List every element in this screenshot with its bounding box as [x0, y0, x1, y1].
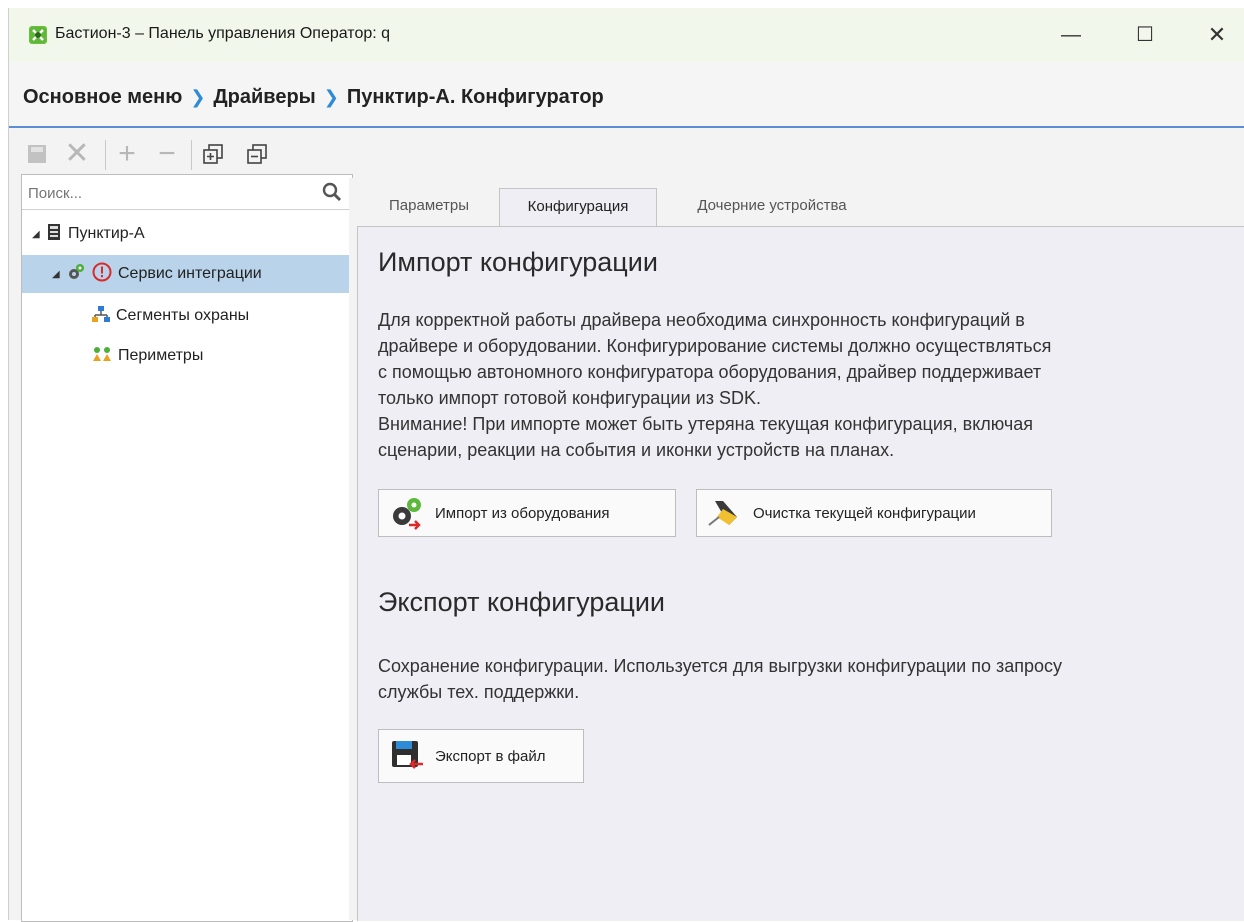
chevron-right-icon: ❯ [323, 87, 339, 107]
title-bar[interactable]: Бастион-3 – Панель управления Оператор: … [9, 8, 1244, 62]
tree-item-guard-segments[interactable]: Сегменты охраны [92, 297, 342, 335]
close-window-button[interactable]: ✕ [1195, 18, 1239, 52]
tree-item-label: Сегменты охраны [116, 307, 250, 324]
import-button-label: Импорт из оборудования [435, 504, 610, 522]
tree-item-punktir-a[interactable]: ◢ Пунктир-А [32, 215, 332, 253]
perimeters-icon [92, 345, 112, 368]
tab-parameters[interactable]: Параметры [359, 188, 499, 224]
minimize-button[interactable]: — [1049, 18, 1093, 52]
import-description-line: только импорт готовой конфигурации из SD… [378, 388, 761, 408]
device-tree-panel: ◢ Пунктир-А ◢ Сервис интеграции Сегменты… [21, 174, 353, 922]
tab-configuration[interactable]: Конфигурация [499, 188, 657, 226]
error-status-icon [92, 262, 112, 287]
segments-icon [92, 305, 110, 328]
save-icon[interactable] [25, 140, 49, 168]
chevron-right-icon: ❯ [190, 87, 206, 107]
maximize-button[interactable]: ☐ [1123, 18, 1167, 52]
export-button-label: Экспорт в файл [435, 747, 546, 765]
minus-icon[interactable]: − [153, 139, 181, 169]
clear-button-label: Очистка текущей конфигурации [753, 504, 976, 522]
import-from-hardware-button[interactable]: Импорт из оборудования [378, 489, 676, 537]
gear-import-icon [389, 495, 425, 531]
configuration-panel: Импорт конфигурации Для корректной работ… [357, 226, 1244, 921]
breadcrumb: Основное меню ❯ Драйверы ❯ Пунктир-А. Ко… [9, 62, 1244, 128]
clear-configuration-button[interactable]: Очистка текущей конфигурации [696, 489, 1052, 537]
tab-bar: Параметры Конфигурация Дочерние устройст… [349, 188, 1244, 226]
collapse-all-icon[interactable] [243, 140, 271, 168]
window-title: Бастион-3 – Панель управления Оператор: … [55, 25, 391, 42]
search-input[interactable] [26, 181, 310, 205]
search-icon[interactable] [322, 182, 342, 202]
tree-item-integration-service[interactable]: ◢ Сервис интеграции [22, 255, 352, 293]
export-heading: Экспорт конфигурации [378, 587, 665, 617]
tab-child-devices[interactable]: Дочерние устройства [667, 188, 877, 224]
tree-item-label: Пунктир-А [68, 225, 145, 242]
expand-arrow-icon[interactable]: ◢ [32, 229, 46, 240]
import-warning-line: Внимание! При импорте может быть утеряна… [378, 414, 1034, 434]
expand-arrow-icon[interactable]: ◢ [52, 269, 66, 280]
service-icon [66, 262, 86, 287]
toolbar-divider [191, 140, 192, 170]
eraser-icon [707, 495, 743, 531]
breadcrumb-configurator: Пунктир-А. Конфигуратор [346, 86, 604, 108]
toolbar-divider [105, 140, 106, 170]
app-window: Бастион-3 – Панель управления Оператор: … [8, 8, 1244, 922]
toolbar: ✕ + − [9, 128, 1244, 176]
import-warning-line: сценарии, реакции на события и иконки ус… [378, 440, 895, 460]
tree-item-label: Периметры [118, 347, 204, 364]
tree-item-perimeters[interactable]: Периметры [92, 337, 342, 375]
plus-icon[interactable]: + [113, 139, 141, 169]
tree-item-label: Сервис интеграции [118, 265, 262, 282]
content-area: Параметры Конфигурация Дочерние устройст… [349, 178, 1244, 921]
app-logo-icon [29, 26, 47, 44]
export-description-line: службы тех. поддержки. [378, 682, 580, 702]
export-to-file-button[interactable]: Экспорт в файл [378, 729, 584, 783]
import-description-line: драйвере и оборудовании. Конфигурировани… [378, 336, 1052, 356]
import-description-line: Для корректной работы драйвера необходим… [378, 310, 1025, 330]
close-icon[interactable]: ✕ [63, 139, 91, 169]
expand-all-icon[interactable] [199, 140, 227, 168]
device-icon [46, 223, 62, 246]
export-description-line: Сохранение конфигурации. Используется дл… [378, 656, 1063, 676]
search-box [22, 175, 352, 210]
breadcrumb-drivers[interactable]: Драйверы [213, 86, 315, 109]
breadcrumb-main-menu[interactable]: Основное меню [23, 86, 182, 109]
save-export-icon [389, 738, 425, 774]
import-description-line: с помощью автономного конфигуратора обор… [378, 362, 1042, 382]
import-heading: Импорт конфигурации [378, 247, 658, 277]
